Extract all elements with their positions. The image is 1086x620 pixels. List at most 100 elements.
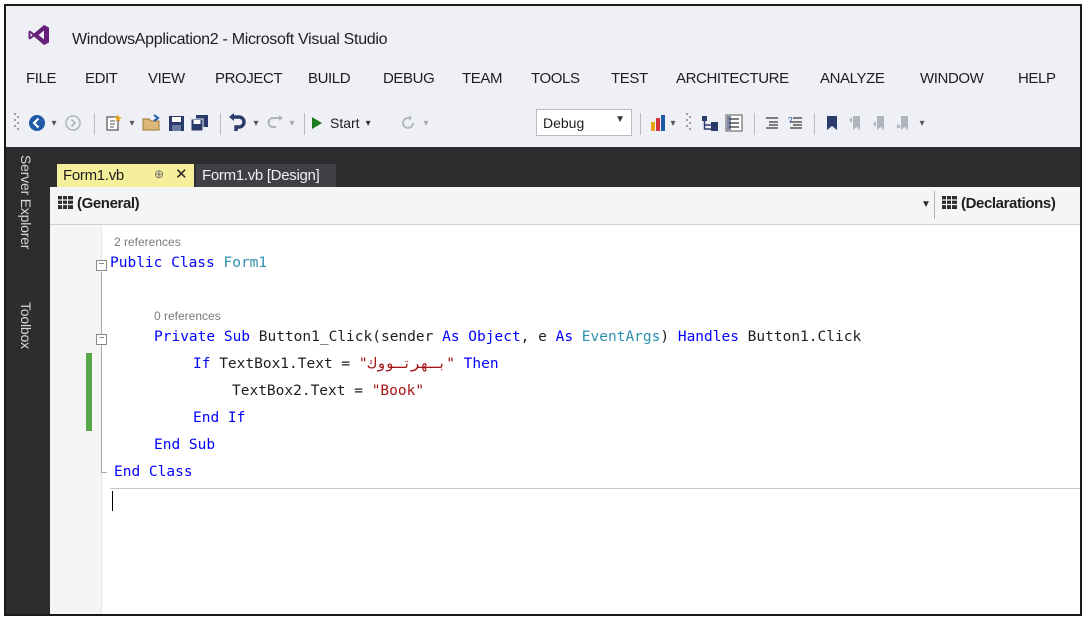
save-icon [168, 115, 184, 131]
server-explorer-tab[interactable]: Server Explorer [18, 155, 34, 249]
grip-icon [686, 113, 691, 130]
open-file-icon [142, 114, 160, 131]
uncomment-icon: ? [788, 116, 802, 129]
menu-architecture[interactable]: ARCHITECTURE [676, 70, 789, 87]
side-tool-strip: Server Explorer Toolbox [6, 147, 50, 614]
keyword: Private Sub [154, 329, 251, 345]
toggle-bookmark-button[interactable] [820, 105, 844, 141]
keyword: If [193, 356, 211, 372]
back-button[interactable] [26, 105, 48, 141]
save-button[interactable] [164, 105, 188, 141]
collapse-class-toggle[interactable]: − [96, 260, 107, 271]
toolbar-separator [220, 113, 221, 135]
keyword: As [442, 329, 460, 345]
code-text: TextBox2.Text = [232, 383, 372, 399]
solution-configuration-value: Debug [543, 115, 585, 131]
method-name-value: (Declarations) [961, 195, 1056, 212]
menu-view[interactable]: VIEW [148, 70, 185, 87]
toolbar-separator [94, 113, 95, 135]
window-title: WindowsApplication2 - Microsoft Visual S… [72, 31, 388, 48]
code-text: , e [520, 329, 556, 345]
start-debugging-button[interactable]: Start ▾ [310, 105, 396, 141]
code-text: TextBox1.Text = [210, 356, 359, 372]
previous-bookmark-button[interactable] [844, 105, 868, 141]
new-project-button[interactable] [102, 105, 126, 141]
type-name: EventArgs [573, 329, 661, 345]
class-name-combo[interactable]: (General) [58, 195, 140, 212]
toolbar-separator [304, 113, 305, 135]
menu-project[interactable]: PROJECT [215, 70, 283, 87]
redo-icon [267, 115, 283, 128]
comment-out-button[interactable] [760, 105, 784, 141]
find-in-files-button[interactable] [646, 105, 670, 141]
redo-dropdown[interactable]: ▾ [286, 105, 298, 141]
toolbar-grip[interactable] [682, 105, 696, 141]
menu-tools[interactable]: TOOLS [531, 70, 580, 87]
collapse-sub-toggle[interactable]: − [96, 334, 107, 345]
visual-studio-window: WindowsApplication2 - Microsoft Visual S… [4, 4, 1082, 616]
forward-button[interactable] [62, 105, 84, 141]
close-icon[interactable]: ✕ [175, 165, 188, 183]
toolbar-grip[interactable] [10, 105, 24, 141]
menu-debug[interactable]: DEBUG [383, 70, 435, 87]
previous-bookmark-icon [849, 116, 860, 130]
method-list-icon [942, 196, 957, 209]
next-bookmark-button[interactable] [868, 105, 892, 141]
menu-help[interactable]: HELP [1018, 70, 1056, 87]
sub-reference-count[interactable]: 0 references [154, 309, 221, 323]
menu-edit[interactable]: EDIT [85, 70, 118, 87]
solution-explorer-button[interactable] [698, 105, 722, 141]
code-line-assign: TextBox2.Text = "Book" [232, 383, 424, 399]
code-text: ) [660, 329, 678, 345]
code-line-class: Public Class Form1 [110, 255, 267, 271]
next-bookmark-icon [873, 116, 884, 130]
toolbar-overflow[interactable]: ▾ [668, 105, 678, 141]
solution-configuration-combo[interactable]: Debug ▼ [536, 109, 632, 136]
refresh-dropdown[interactable]: ▾ [420, 105, 432, 141]
undo-button[interactable] [226, 105, 250, 141]
new-project-dropdown[interactable]: ▾ [126, 105, 138, 141]
code-line-end-sub: End Sub [154, 437, 215, 453]
start-label: Start [330, 115, 360, 131]
menu-team[interactable]: TEAM [462, 70, 502, 87]
menu-analyze[interactable]: ANALYZE [820, 70, 885, 87]
toolbar-overflow[interactable]: ▾ [916, 105, 928, 141]
menu-build[interactable]: BUILD [308, 70, 351, 87]
code-text: Button1_Click(sender [250, 329, 443, 345]
undo-dropdown[interactable]: ▾ [250, 105, 262, 141]
uncomment-button[interactable]: ? [784, 105, 808, 141]
string-literal: "بـهرتـووك" [358, 356, 455, 372]
pin-icon[interactable]: ⊕ [154, 167, 164, 181]
tab-form1-design[interactable]: Form1.vb [Design] [196, 164, 336, 188]
refresh-icon [402, 115, 414, 129]
refresh-button[interactable] [396, 105, 420, 141]
string-literal: "Book" [371, 383, 425, 399]
properties-button[interactable] [722, 105, 746, 141]
keyword: End If [193, 410, 246, 426]
tab-label: Form1.vb [Design] [202, 167, 320, 184]
back-dropdown[interactable]: ▾ [48, 105, 60, 141]
menu-file[interactable]: FILE [26, 70, 56, 87]
keyword: End Sub [154, 437, 216, 453]
clear-bookmarks-button[interactable] [892, 105, 916, 141]
redo-button[interactable] [264, 105, 286, 141]
save-all-button[interactable] [188, 105, 212, 141]
tab-label: Form1.vb [63, 167, 124, 184]
tab-form1-vb[interactable]: Form1.vb ⊕ ✕ [57, 164, 194, 188]
changed-lines-marker [86, 353, 92, 431]
open-file-button[interactable] [140, 105, 164, 141]
toolbox-tab[interactable]: Toolbox [18, 302, 34, 349]
class-reference-count[interactable]: 2 references [114, 235, 181, 249]
chevron-down-icon[interactable]: ▼ [921, 199, 931, 210]
editor-gutter [50, 225, 102, 614]
menu-window[interactable]: WINDOW [920, 70, 984, 87]
keyword: Handles [677, 329, 739, 345]
nav-divider [934, 191, 935, 219]
code-editor[interactable]: − − 2 references Public Class Form1 0 re… [50, 225, 1080, 614]
method-name-combo[interactable]: (Declarations) [942, 195, 1056, 212]
title-bar: WindowsApplication2 - Microsoft Visual S… [6, 6, 1080, 62]
code-line-sub: Private Sub Button1_Click(sender As Obje… [154, 329, 861, 345]
class-list-icon [58, 196, 73, 209]
menu-test[interactable]: TEST [611, 70, 648, 87]
visual-studio-logo-icon [28, 25, 49, 45]
